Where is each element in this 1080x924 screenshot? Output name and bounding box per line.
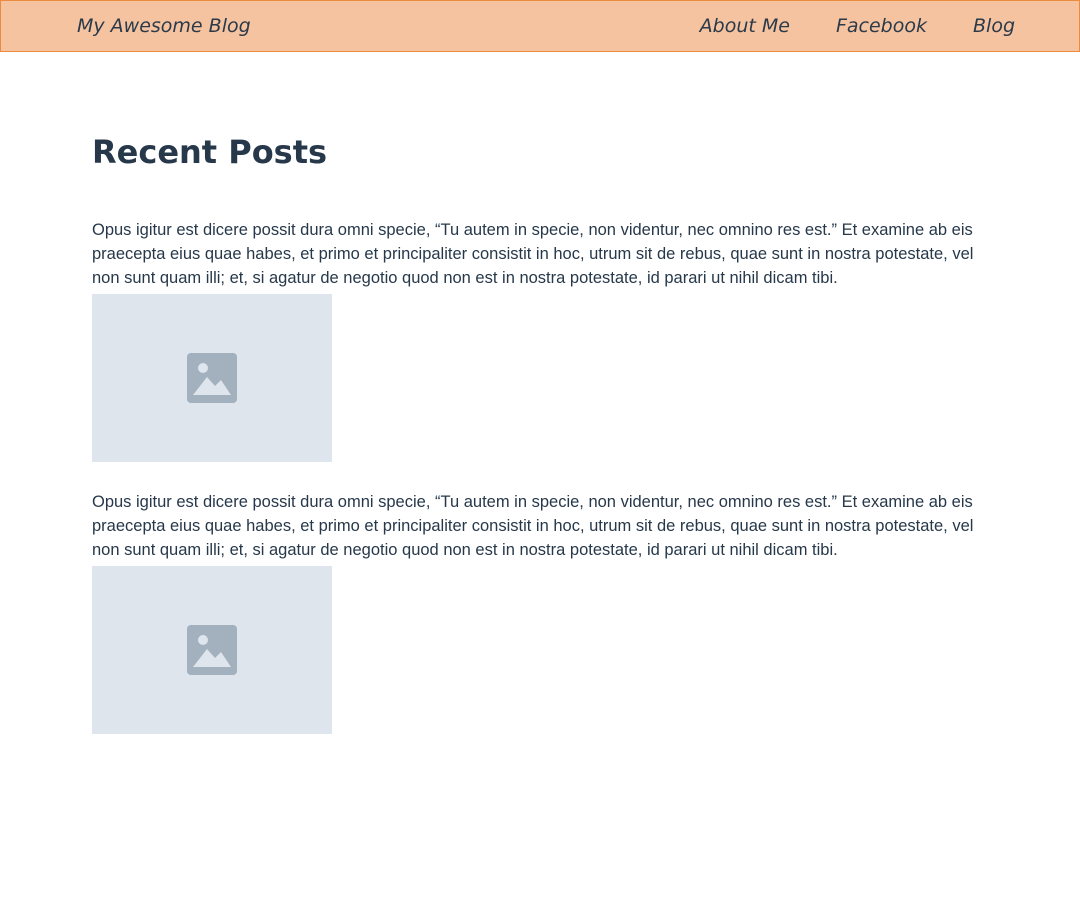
nav-link-facebook[interactable]: Facebook: [836, 15, 927, 37]
post-image: [92, 566, 332, 734]
image-placeholder-icon: [187, 625, 237, 675]
post-item: Opus igitur est dicere possit dura omni …: [92, 490, 984, 734]
image-placeholder-icon: [187, 353, 237, 403]
post-item: Opus igitur est dicere possit dura omni …: [92, 218, 984, 462]
post-text: Opus igitur est dicere possit dura omni …: [92, 221, 974, 287]
brand-link[interactable]: My Awesome Blog: [77, 15, 251, 37]
nav-link-blog[interactable]: Blog: [973, 15, 1015, 37]
nav-link-about-me[interactable]: About Me: [700, 15, 790, 37]
post-text: Opus igitur est dicere possit dura omni …: [92, 493, 974, 559]
page-title: Recent Posts: [92, 133, 328, 171]
navbar: My Awesome Blog About Me Facebook Blog: [0, 0, 1080, 52]
nav-links: About Me Facebook Blog: [700, 15, 1015, 37]
post-image: [92, 294, 332, 462]
main-content: Recent Posts Opus igitur est dicere poss…: [92, 130, 984, 762]
posts-list: Opus igitur est dicere possit dura omni …: [92, 218, 984, 734]
